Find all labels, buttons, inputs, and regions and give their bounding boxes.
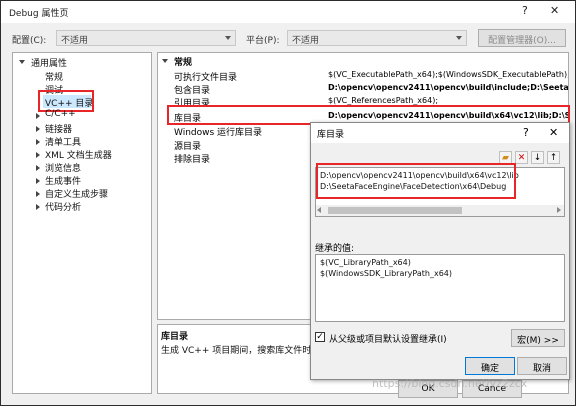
highlight-box: [316, 163, 516, 199]
tree-item-code-analysis[interactable]: 代码分析: [45, 200, 81, 213]
platform-value: 不适用: [292, 36, 320, 46]
platform-label: 平台(P):: [246, 36, 280, 46]
tree-item-general[interactable]: 常规: [45, 70, 63, 83]
sub-cancel-button[interactable]: 取消: [517, 357, 567, 375]
config-combo[interactable]: 不适用: [56, 30, 236, 46]
chevron-down-icon: [225, 36, 231, 40]
expand-closed-icon[interactable]: [36, 165, 40, 171]
config-value: 不适用: [61, 36, 89, 46]
expand-closed-icon[interactable]: [36, 139, 40, 145]
move-down-icon[interactable]: ↓: [531, 151, 544, 164]
expand-open-icon[interactable]: [19, 60, 25, 64]
property-value[interactable]: $(VC_ExecutablePath_x64);$(WindowsSDK_Ex…: [328, 70, 568, 79]
tree-item-xml[interactable]: XML 文档生成器: [45, 148, 112, 161]
expand-closed-icon[interactable]: [36, 113, 40, 119]
property-row[interactable]: 包含目录 D:\opencv\opencv2411\opencv\build\i…: [158, 82, 568, 96]
inherit-checkbox-label[interactable]: 从父级或项目默认设置继承(I): [329, 332, 447, 345]
expand-open-icon[interactable]: [162, 59, 168, 63]
expand-closed-icon[interactable]: [36, 191, 40, 197]
expand-closed-icon[interactable]: [36, 126, 40, 132]
property-name: Windows 运行库目录: [174, 128, 263, 138]
inherited-line: $(WindowsSDK_LibraryPath_x64): [320, 269, 452, 278]
grid-section-title: 常规: [174, 58, 193, 68]
category-tree[interactable]: 通用属性 常规 调试 VC++ 目录 C/C++ 链接器 清单工具 XML 文档…: [12, 52, 152, 394]
tree-item-linker[interactable]: 链接器: [45, 122, 72, 135]
library-dirs-dialog: 库目录 ? ✕ ▰ ✕ ↓ ↑ D:\opencv\opencv2411\ope…: [310, 122, 570, 380]
property-name: 排除目录: [174, 155, 211, 165]
sub-ok-button[interactable]: 确定: [465, 357, 515, 375]
config-label: 配置(C):: [12, 36, 47, 46]
tree-item-browse[interactable]: 浏览信息: [45, 161, 81, 174]
watermark: https://blog.csdn.net/yz2zcx: [372, 377, 528, 390]
tree-item-cpp[interactable]: C/C++: [45, 109, 76, 119]
tree-item-general-props[interactable]: 通用属性: [31, 56, 67, 69]
sub-cancel-label: 取消: [532, 364, 551, 374]
tree-item-manifest[interactable]: 清单工具: [45, 135, 81, 148]
description-title: 库目录: [161, 332, 189, 342]
horizontal-scrollbar[interactable]: [316, 205, 564, 216]
scroll-right-icon[interactable]: [557, 207, 561, 213]
expand-closed-icon[interactable]: [36, 178, 40, 184]
tree-item-custom-build[interactable]: 自定义生成步骤: [45, 187, 108, 200]
chevron-down-icon: [456, 36, 462, 40]
close-button[interactable]: ✕: [550, 4, 559, 17]
config-manager-label: 配置管理器(O)...: [488, 36, 556, 46]
delete-icon[interactable]: ✕: [515, 151, 528, 164]
macro-label: 宏(M) >>: [517, 336, 559, 346]
move-up-icon[interactable]: ↑: [547, 151, 560, 164]
inherited-line: $(VC_LibraryPath_x64): [320, 258, 411, 267]
scroll-left-icon[interactable]: [317, 207, 321, 213]
inherit-checkbox[interactable]: ✓: [315, 332, 325, 342]
sub-help-button[interactable]: ?: [523, 126, 529, 139]
expand-closed-icon[interactable]: [36, 204, 40, 210]
scrollbar-thumb[interactable]: [328, 207, 462, 214]
platform-combo[interactable]: 不适用: [287, 30, 467, 46]
sub-title-bar: [311, 123, 569, 143]
sub-title: 库目录: [317, 130, 345, 140]
sub-close-button[interactable]: ✕: [549, 126, 558, 139]
inherited-list: $(VC_LibraryPath_x64) $(WindowsSDK_Libra…: [315, 254, 565, 322]
expand-closed-icon[interactable]: [36, 152, 40, 158]
window-title: Debug 属性页: [9, 9, 69, 19]
macro-button[interactable]: 宏(M) >>: [511, 329, 565, 347]
help-button[interactable]: ?: [522, 4, 528, 17]
description-text: 生成 VC++ 项目期间，搜索库文件时: [161, 346, 312, 356]
property-row[interactable]: 可执行文件目录 $(VC_ExecutablePath_x64);$(Windo…: [158, 69, 568, 83]
property-value[interactable]: $(VC_ReferencesPath_x64);: [328, 96, 568, 105]
inherited-label: 继承的值:: [315, 244, 355, 254]
sub-ok-label: 确定: [480, 364, 499, 374]
property-value[interactable]: D:\opencv\opencv2411\opencv\build\includ…: [328, 83, 568, 92]
title-bar: [1, 1, 575, 23]
tree-item-build-events[interactable]: 生成事件: [45, 174, 81, 187]
config-manager-button[interactable]: 配置管理器(O)...: [478, 29, 566, 47]
